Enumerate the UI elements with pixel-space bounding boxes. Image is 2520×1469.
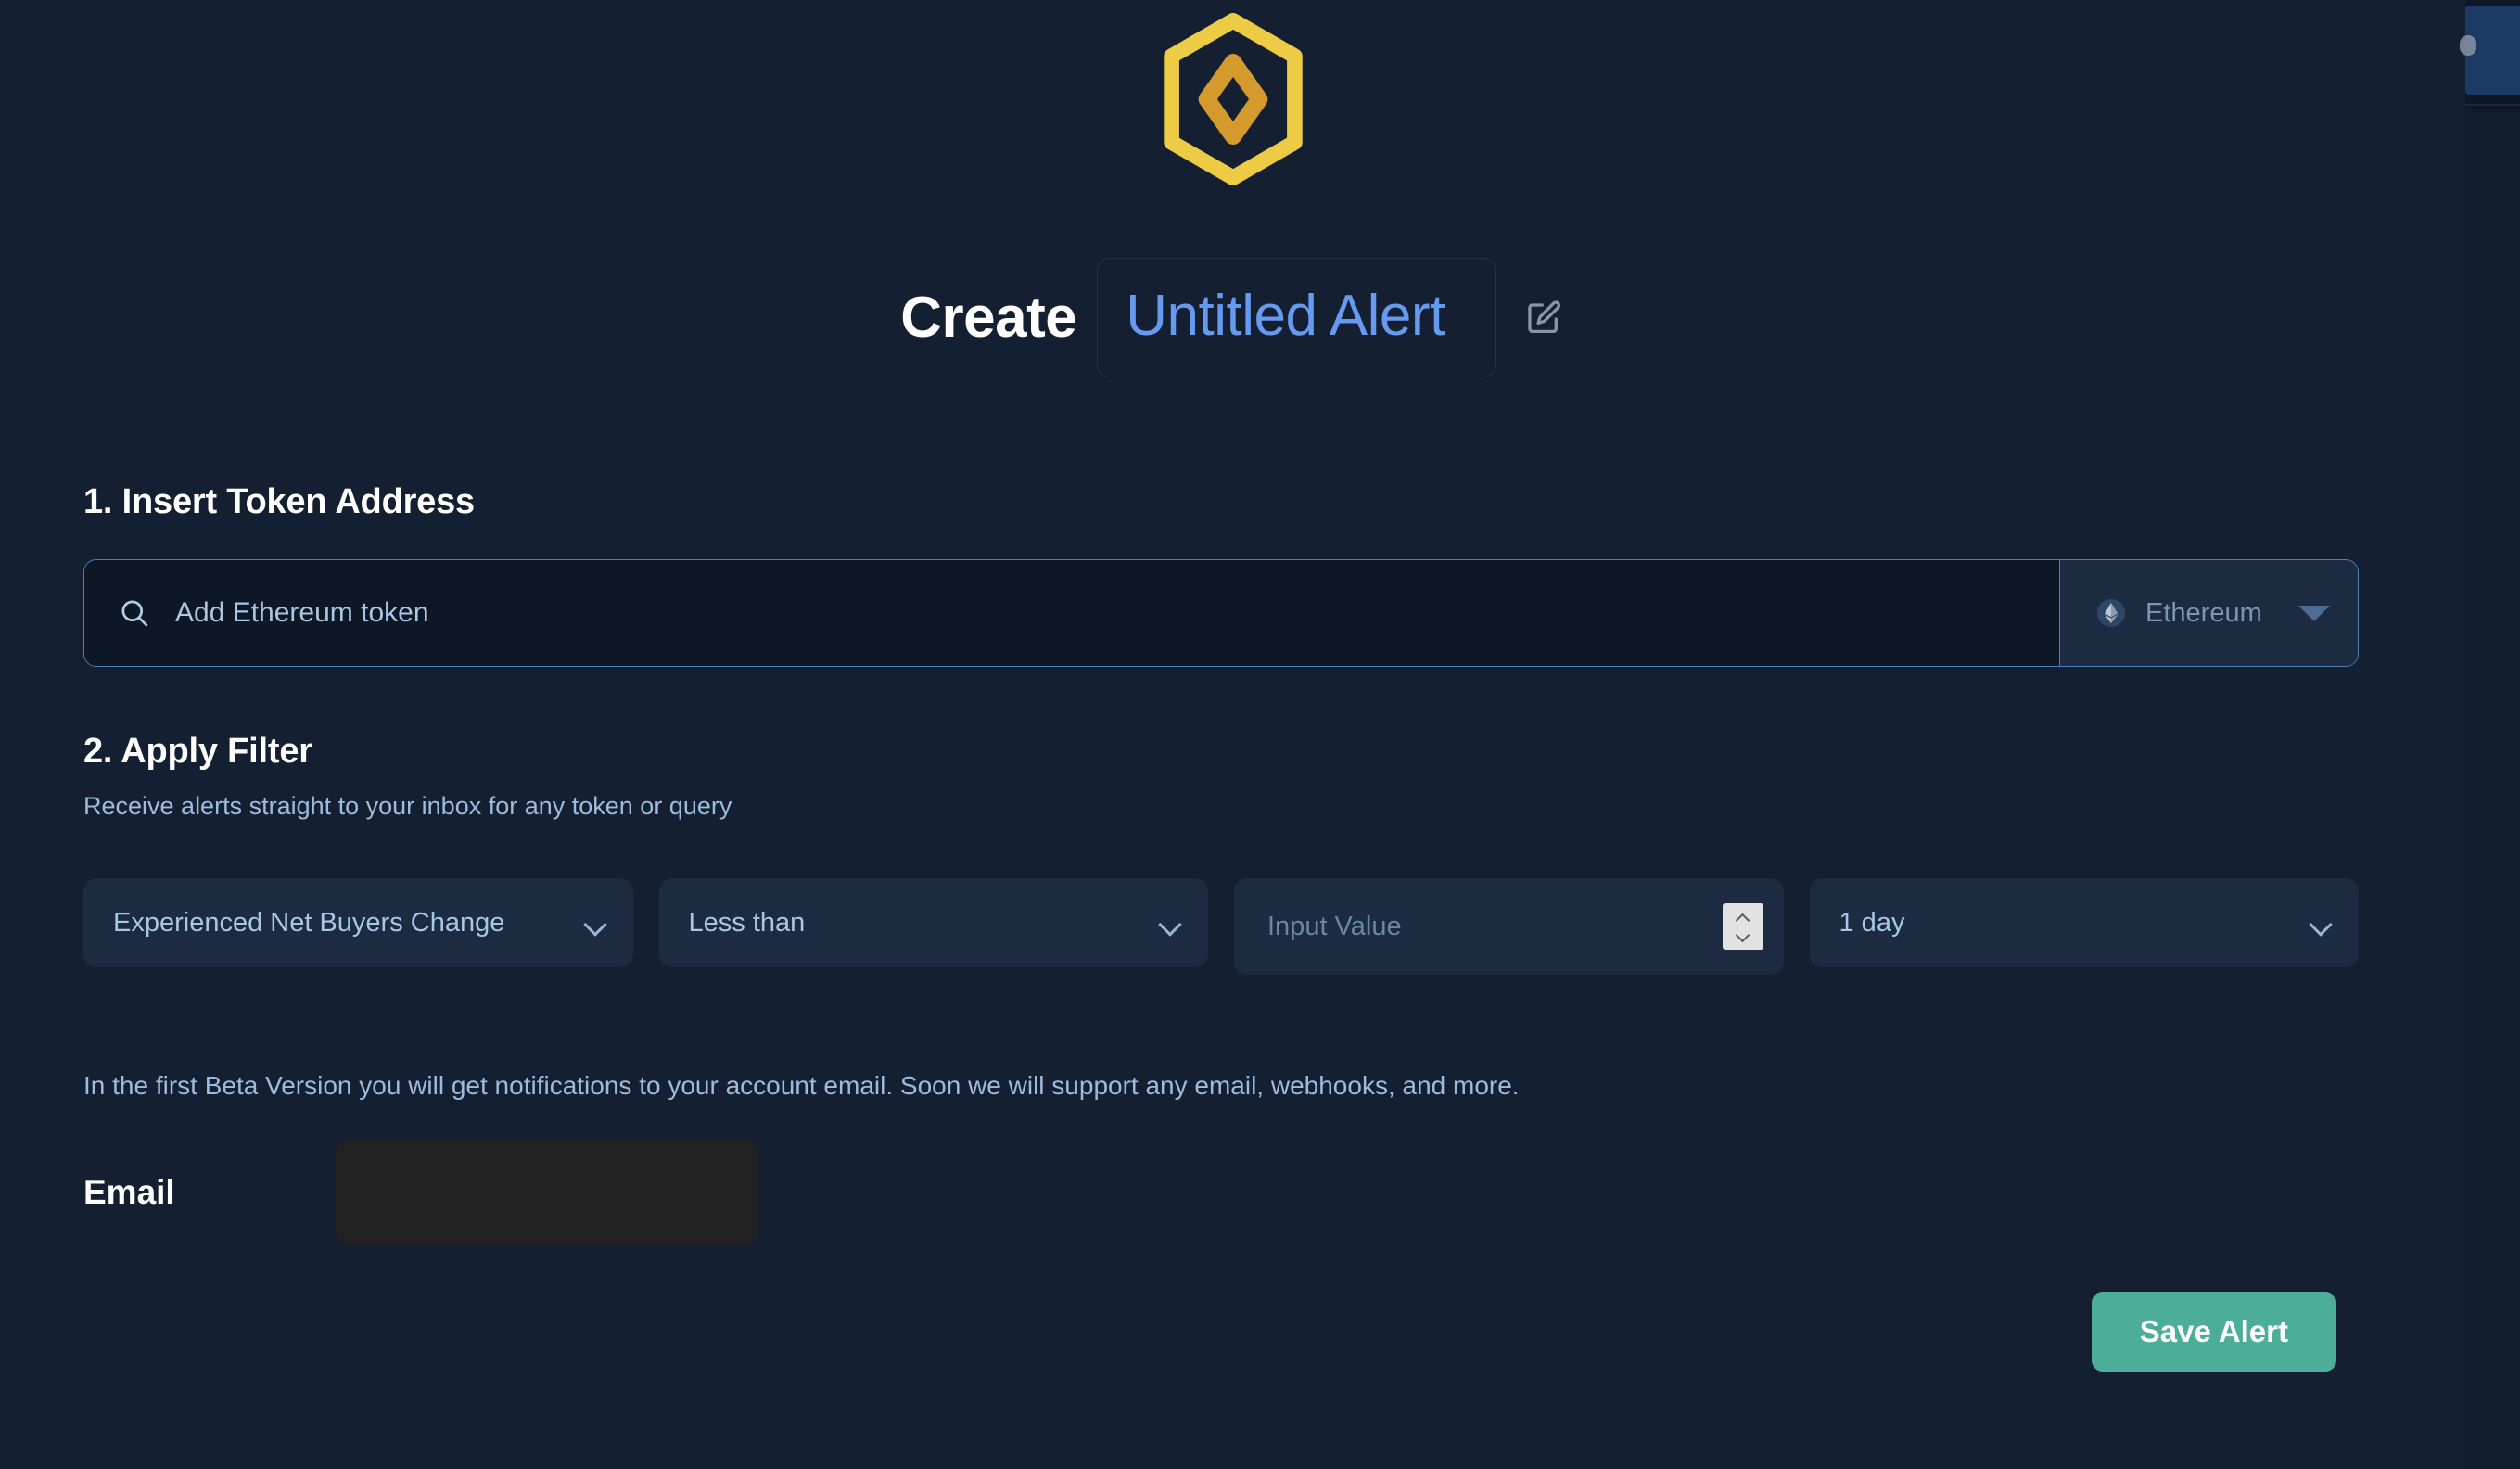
- right-panel-divider: [2465, 104, 2520, 106]
- filter-value-placeholder: Input Value: [1267, 911, 1402, 941]
- edit-alert-name-button[interactable]: [1522, 297, 1565, 339]
- chain-select-value: Ethereum: [2145, 597, 2262, 628]
- token-search-input[interactable]: Add Ethereum token: [84, 560, 2059, 666]
- chevron-down-icon: [1158, 915, 1182, 930]
- step2-heading: 2. Apply Filter: [83, 732, 312, 771]
- search-icon: [121, 600, 148, 627]
- create-alert-page: Create Untitled Alert 1. Insert Token Ad…: [0, 0, 2520, 1469]
- chevron-down-icon: [2309, 915, 2333, 930]
- token-search-placeholder: Add Ethereum token: [175, 597, 429, 628]
- filter-value-input[interactable]: Input Value: [1234, 878, 1784, 975]
- step2-subheading: Receive alerts straight to your inbox fo…: [83, 792, 732, 820]
- right-edge-panel-strip: [2460, 0, 2520, 1469]
- email-label: Email: [83, 1173, 175, 1211]
- filter-controls-row: Experienced Net Buyers Change Less than …: [83, 878, 2359, 975]
- spinner-down-arrow[interactable]: [1737, 929, 1749, 941]
- page-title-row: Create Untitled Alert: [0, 258, 2465, 377]
- ethereum-icon: [2097, 599, 2125, 627]
- edit-pencil-square-icon: [1528, 300, 1560, 333]
- filter-metric-dropdown[interactable]: Experienced Net Buyers Change: [83, 878, 633, 967]
- right-panel-body: [2465, 109, 2520, 1469]
- save-alert-button[interactable]: Save Alert: [2091, 1292, 2336, 1372]
- filter-period-value: 1 day: [1839, 907, 1905, 938]
- right-panel-handle[interactable]: [2460, 35, 2476, 56]
- brand-logo-container: [0, 13, 2465, 185]
- email-input[interactable]: [336, 1140, 757, 1245]
- chain-select-dropdown[interactable]: Ethereum: [2059, 560, 2358, 666]
- filter-operator-dropdown[interactable]: Less than: [658, 878, 1208, 967]
- save-row: Save Alert: [83, 1292, 2359, 1372]
- token-search-row: Add Ethereum token Ethereum: [83, 559, 2359, 667]
- number-spinner-icon[interactable]: [1722, 903, 1763, 950]
- filter-metric-value: Experienced Net Buyers Change: [113, 907, 505, 938]
- spinner-up-arrow[interactable]: [1737, 913, 1749, 925]
- beta-version-notice: In the first Beta Version you will get n…: [83, 1071, 1520, 1100]
- email-row: Email: [83, 1140, 2359, 1245]
- filter-period-dropdown[interactable]: 1 day: [1809, 878, 2359, 967]
- alert-name-input[interactable]: Untitled Alert: [1097, 258, 1496, 377]
- filter-operator-value: Less than: [688, 907, 806, 938]
- step1-heading: 1. Insert Token Address: [83, 482, 475, 521]
- alert-name-value: Untitled Alert: [1126, 284, 1445, 348]
- main-surface: Create Untitled Alert 1. Insert Token Ad…: [0, 0, 2465, 1469]
- page-content: 1. Insert Token Address Add Ethereum tok…: [83, 482, 2359, 1372]
- hexagon-diamond-logo: [1163, 13, 1303, 185]
- caret-down-icon: [2298, 605, 2330, 621]
- page-title-create: Create: [900, 286, 1077, 350]
- chevron-down-icon: [583, 915, 607, 930]
